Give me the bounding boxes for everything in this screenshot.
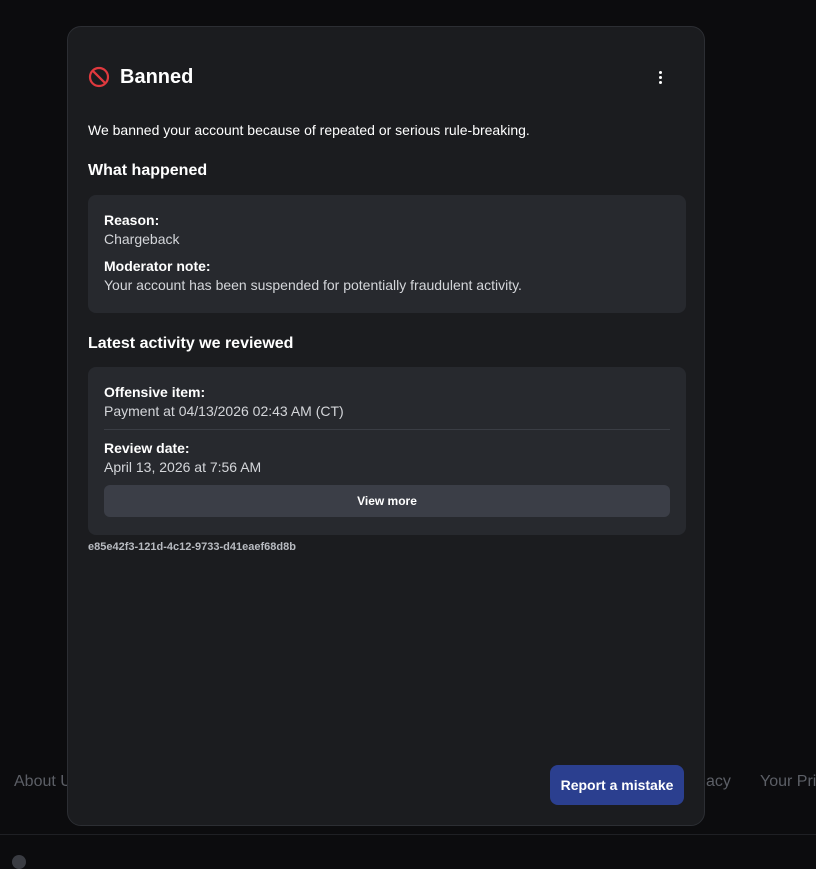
what-happened-heading: What happened	[88, 162, 208, 179]
modal-title: Banned	[120, 65, 194, 88]
footer-link-privacy[interactable]: acy	[706, 773, 736, 791]
moderator-note-label: Moderator note:	[104, 258, 211, 274]
panel-divider	[104, 429, 670, 430]
no-entry-icon	[88, 66, 110, 88]
modal-header: Banned	[88, 63, 684, 91]
footer-divider	[0, 834, 816, 835]
moderator-note-value: Your account has been suspended for pote…	[104, 277, 522, 293]
view-more-button[interactable]: View more	[104, 485, 670, 517]
footer-logo-icon	[12, 855, 26, 869]
offensive-item-label: Offensive item:	[104, 384, 206, 400]
offensive-item-value: Payment at 04/13/2026 02:43 AM (CT)	[104, 403, 344, 419]
footer-link-your-privacy[interactable]: Your Pri	[760, 773, 816, 791]
reason-label: Reason:	[104, 212, 160, 228]
review-date-value: April 13, 2026 at 7:56 AM	[104, 459, 262, 475]
what-happened-panel: Reason: Chargeback Moderator note: Your …	[88, 195, 686, 313]
ban-description: We banned your account because of repeat…	[88, 122, 530, 138]
reason-value: Chargeback	[104, 231, 180, 247]
review-date-label: Review date:	[104, 440, 190, 456]
more-vertical-icon[interactable]	[648, 63, 672, 91]
latest-activity-panel: Offensive item: Payment at 04/13/2026 02…	[88, 367, 686, 535]
reference-id: e85e42f3-121d-4c12-9733-d41eaef68d8b	[88, 541, 296, 553]
footer-link-about[interactable]: About U	[14, 773, 70, 791]
ban-modal: Banned We banned your account because of…	[67, 26, 705, 826]
latest-activity-heading: Latest activity we reviewed	[88, 335, 294, 352]
report-mistake-button[interactable]: Report a mistake	[550, 765, 684, 805]
